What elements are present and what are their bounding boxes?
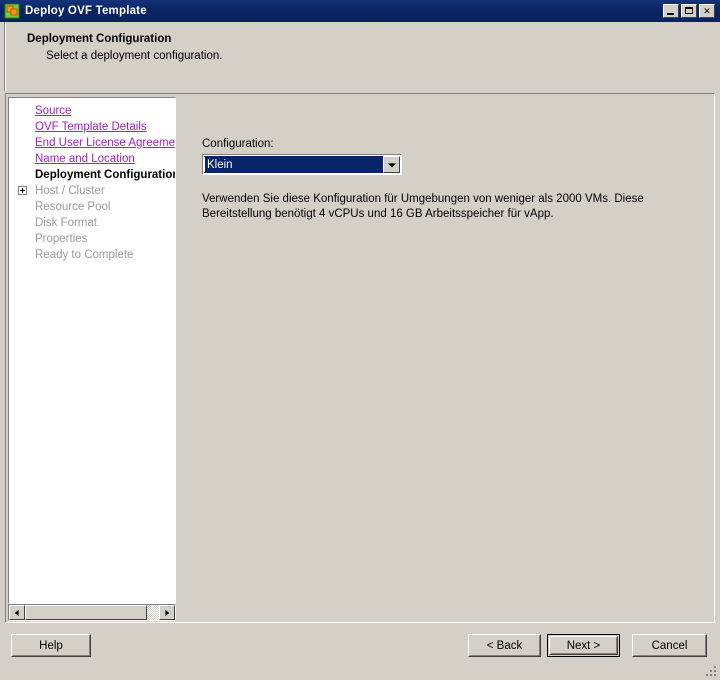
configuration-dropdown[interactable]: Klein: [202, 154, 402, 175]
wizard-step-tree[interactable]: SourceOVF Template DetailsEnd User Licen…: [8, 97, 176, 604]
scrollbar-thumb[interactable]: [25, 605, 147, 620]
wizard-step-resource-pool: Resource Pool: [9, 199, 175, 215]
help-button-label: Help: [39, 640, 63, 652]
next-button[interactable]: Next >: [547, 634, 620, 657]
close-button[interactable]: ✕: [699, 4, 715, 18]
scroll-right-icon[interactable]: [159, 605, 175, 620]
wizard-step-label: Resource Pool: [35, 199, 110, 215]
ovf-template-icon: [4, 3, 20, 19]
next-button-label: Next >: [567, 640, 601, 652]
wizard-step-end-user-license-agreement[interactable]: End User License Agreement: [9, 135, 175, 151]
chevron-down-icon[interactable]: [383, 156, 400, 173]
wizard-step-disk-format: Disk Format: [9, 215, 175, 231]
window-title: Deploy OVF Template: [25, 5, 147, 17]
cancel-button-label: Cancel: [652, 640, 688, 652]
scrollbar-track[interactable]: [25, 605, 159, 620]
wizard-step-list: SourceOVF Template DetailsEnd User Licen…: [9, 103, 175, 263]
title-bar: Deploy OVF Template ✕: [0, 0, 720, 22]
configuration-description: Verwenden Sie diese Konfiguration für Um…: [202, 192, 696, 222]
wizard-step-label: End User License Agreement: [35, 135, 175, 151]
wizard-step-label: Ready to Complete: [35, 247, 133, 263]
configuration-selected-value: Klein: [204, 156, 383, 173]
wizard-step-deployment-configuration: Deployment Configuration: [9, 167, 175, 183]
wizard-step-ovf-template-details[interactable]: OVF Template Details: [9, 119, 175, 135]
window-controls: ✕: [663, 4, 718, 18]
expand-plus-icon[interactable]: [18, 186, 27, 195]
wizard-step-name-and-location[interactable]: Name and Location: [9, 151, 175, 167]
maximize-button[interactable]: [681, 4, 697, 18]
back-button-label: < Back: [487, 640, 522, 652]
wizard-step-label: Disk Format: [35, 215, 97, 231]
back-button[interactable]: < Back: [468, 634, 541, 657]
wizard-step-source[interactable]: Source: [9, 103, 175, 119]
wizard-step-label: Host / Cluster: [35, 183, 105, 199]
page-subtitle: Select a deployment configuration.: [46, 50, 222, 62]
wizard-step-ready-to-complete: Ready to Complete: [9, 247, 175, 263]
close-icon: ✕: [700, 5, 714, 17]
tree-horizontal-scrollbar[interactable]: [8, 604, 176, 621]
minimize-button[interactable]: [663, 4, 679, 18]
header-left-rule: [4, 22, 6, 91]
wizard-step-label: OVF Template Details: [35, 119, 147, 135]
wizard-step-label: Deployment Configuration: [35, 167, 175, 183]
wizard-step-host-cluster: Host / Cluster: [9, 183, 175, 199]
page-title: Deployment Configuration: [27, 33, 171, 45]
wizard-step-properties: Properties: [9, 231, 175, 247]
header-band: Deployment Configuration Select a deploy…: [0, 22, 720, 91]
resize-grip[interactable]: [704, 664, 718, 678]
deploy-ovf-template-dialog: Deploy OVF Template ✕ Deployment Configu…: [0, 0, 720, 680]
scroll-left-icon[interactable]: [9, 605, 25, 620]
main-content: Configuration: Klein Verwenden Sie diese…: [183, 97, 711, 621]
wizard-step-label: Source: [35, 103, 71, 119]
cancel-button[interactable]: Cancel: [632, 634, 707, 657]
wizard-step-label: Properties: [35, 231, 87, 247]
help-button[interactable]: Help: [11, 634, 91, 657]
wizard-step-label: Name and Location: [35, 151, 135, 167]
configuration-label: Configuration:: [202, 138, 274, 150]
